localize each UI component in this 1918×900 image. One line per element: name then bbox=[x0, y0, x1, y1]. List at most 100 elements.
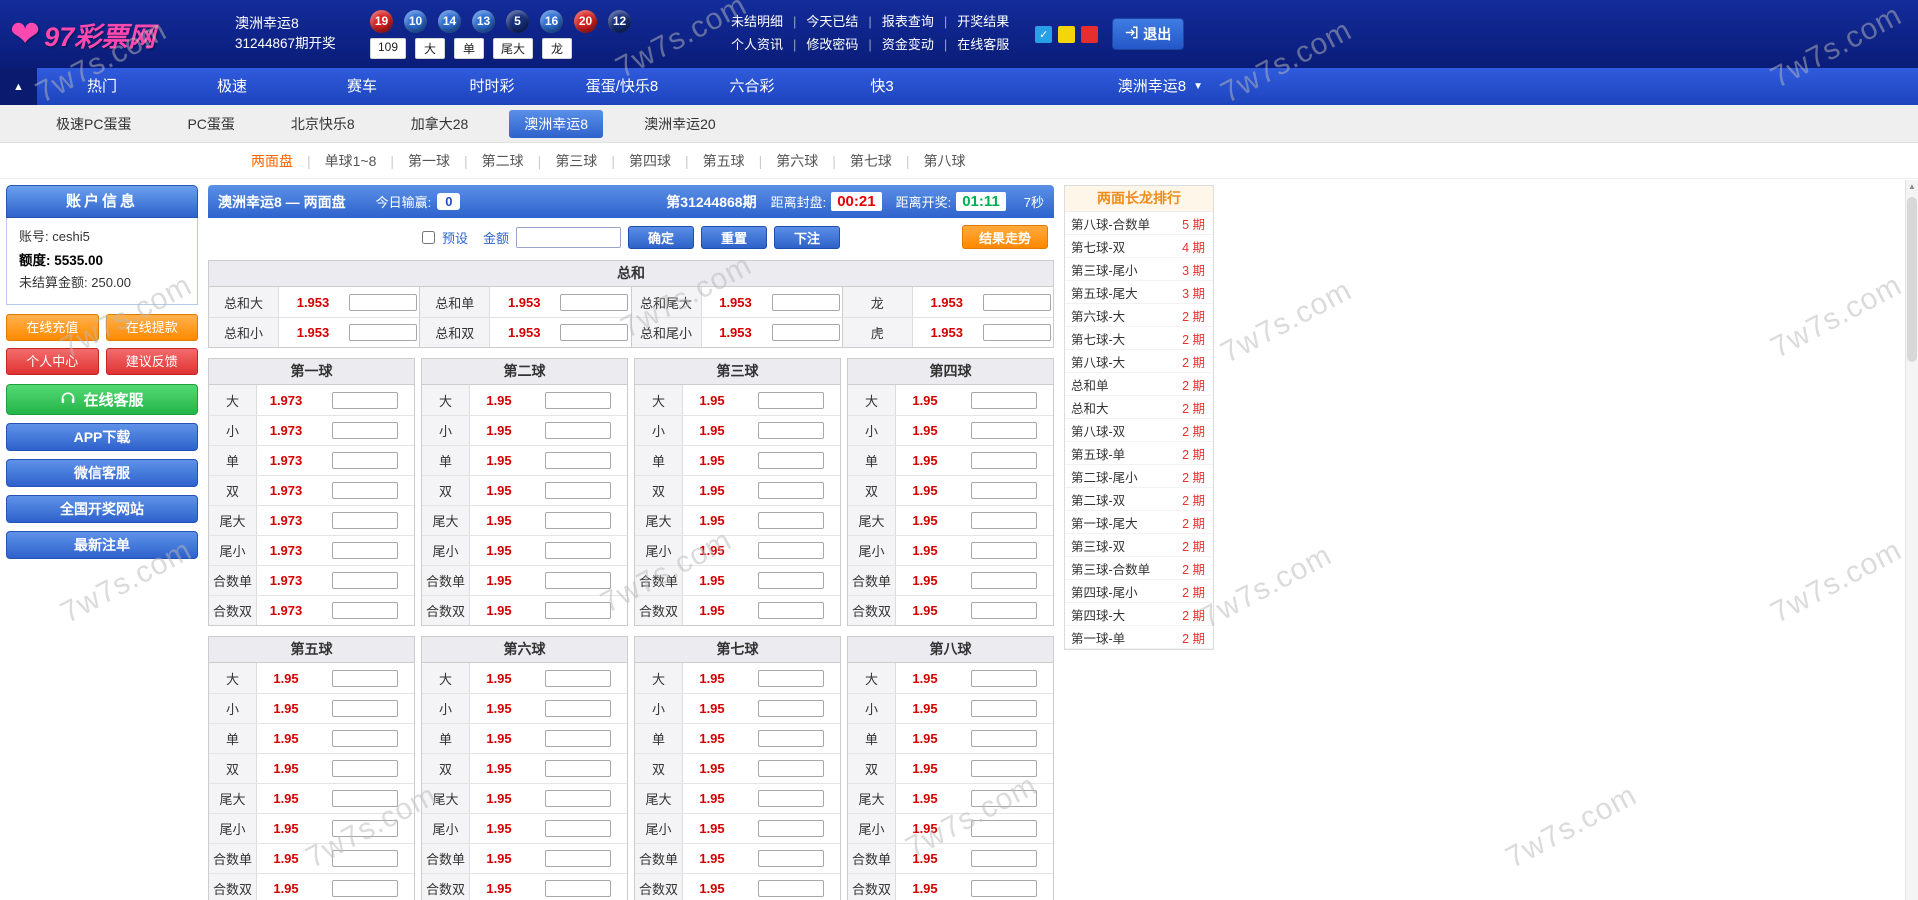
bet-amount-input[interactable] bbox=[544, 669, 611, 687]
bet-amount-input[interactable] bbox=[970, 669, 1037, 687]
top-link[interactable]: 报表查询 bbox=[872, 14, 944, 29]
bet-amount-input[interactable] bbox=[757, 452, 824, 469]
bet-amount-input[interactable] bbox=[757, 730, 824, 747]
top-link[interactable]: 在线客服 bbox=[947, 37, 1019, 52]
tab[interactable]: 第七球 bbox=[836, 151, 906, 171]
bet-amount-input[interactable] bbox=[970, 572, 1037, 589]
bet-amount-input[interactable] bbox=[544, 452, 611, 469]
subnav-item[interactable]: 北京快乐8 bbox=[276, 110, 370, 138]
tab[interactable]: 第四球 bbox=[615, 151, 685, 171]
bet-amount-input[interactable] bbox=[982, 324, 1051, 341]
bet-amount-input[interactable] bbox=[544, 482, 611, 499]
bet-amount-input[interactable] bbox=[331, 790, 398, 807]
amount-input[interactable] bbox=[516, 226, 622, 248]
tab[interactable]: 两面盘 bbox=[237, 151, 307, 171]
bet-amount-input[interactable] bbox=[970, 602, 1037, 619]
scrollbar-up-arrow[interactable]: ▲ bbox=[1906, 180, 1918, 194]
nav-item[interactable]: 蛋蛋/快乐8 bbox=[557, 68, 687, 105]
bet-amount-input[interactable] bbox=[771, 324, 840, 341]
bet-amount-input[interactable] bbox=[349, 293, 418, 311]
bet-amount-input[interactable] bbox=[970, 880, 1037, 897]
nav-item[interactable]: 快3 bbox=[817, 68, 947, 105]
confirm-button[interactable]: 确定 bbox=[628, 225, 695, 249]
recharge-button[interactable]: 在线充值 bbox=[6, 314, 99, 342]
app-download-button[interactable]: APP下载 bbox=[6, 423, 198, 452]
bet-amount-input[interactable] bbox=[331, 512, 398, 529]
bet-amount-input[interactable] bbox=[544, 850, 611, 867]
bet-amount-input[interactable] bbox=[331, 482, 398, 499]
theme-blue-swatch[interactable]: ✓ bbox=[1035, 25, 1053, 43]
site-logo[interactable]: ❤ 97彩票网 bbox=[10, 15, 235, 54]
subnav-item[interactable]: 澳洲幸运20 bbox=[629, 110, 731, 138]
bet-amount-input[interactable] bbox=[970, 542, 1037, 559]
bet-amount-input[interactable] bbox=[331, 602, 398, 619]
bet-amount-input[interactable] bbox=[757, 820, 824, 837]
subnav-item[interactable]: 极速PC蛋蛋 bbox=[41, 110, 146, 138]
bet-amount-input[interactable] bbox=[757, 391, 824, 409]
bet-amount-input[interactable] bbox=[982, 293, 1051, 311]
bet-amount-input[interactable] bbox=[544, 602, 611, 619]
tab[interactable]: 第六球 bbox=[762, 151, 832, 171]
bet-amount-input[interactable] bbox=[970, 512, 1037, 529]
subnav-item[interactable]: 澳洲幸运8 bbox=[509, 109, 604, 138]
bet-amount-input[interactable] bbox=[331, 820, 398, 837]
scrollbar-thumb[interactable] bbox=[1907, 197, 1917, 362]
bet-amount-input[interactable] bbox=[970, 452, 1037, 469]
bet-amount-input[interactable] bbox=[331, 422, 398, 439]
nav-item[interactable]: 赛车 bbox=[297, 68, 427, 105]
withdraw-button[interactable]: 在线提款 bbox=[105, 314, 198, 342]
bet-amount-input[interactable] bbox=[970, 790, 1037, 807]
bet-amount-input[interactable] bbox=[970, 760, 1037, 777]
current-lottery-selector[interactable]: 澳洲幸运8 ▼ bbox=[1118, 68, 1215, 105]
bet-amount-input[interactable] bbox=[331, 572, 398, 589]
bet-amount-input[interactable] bbox=[970, 391, 1037, 409]
bet-amount-input[interactable] bbox=[970, 422, 1037, 439]
result-trend-button[interactable]: 结果走势 bbox=[962, 225, 1048, 249]
bet-amount-input[interactable] bbox=[970, 820, 1037, 837]
bet-amount-input[interactable] bbox=[757, 790, 824, 807]
bet-amount-input[interactable] bbox=[757, 880, 824, 897]
bet-button[interactable]: 下注 bbox=[774, 225, 841, 249]
bet-amount-input[interactable] bbox=[544, 391, 611, 409]
bet-amount-input[interactable] bbox=[331, 760, 398, 777]
tab[interactable]: 第二球 bbox=[468, 151, 538, 171]
tab[interactable]: 单球1~8 bbox=[311, 151, 391, 171]
bet-amount-input[interactable] bbox=[771, 293, 840, 311]
top-link[interactable]: 开奖结果 bbox=[947, 14, 1019, 29]
top-link[interactable]: 今天已结 bbox=[796, 14, 868, 29]
preset-checkbox[interactable] bbox=[421, 230, 435, 244]
bet-amount-input[interactable] bbox=[331, 850, 398, 867]
national-results-button[interactable]: 全国开奖网站 bbox=[6, 495, 198, 524]
bet-amount-input[interactable] bbox=[544, 542, 611, 559]
bet-amount-input[interactable] bbox=[331, 452, 398, 469]
top-link[interactable]: 资金变动 bbox=[872, 37, 944, 52]
bet-amount-input[interactable] bbox=[331, 730, 398, 747]
bet-amount-input[interactable] bbox=[757, 700, 824, 717]
nav-item[interactable]: 六合彩 bbox=[687, 68, 817, 105]
personal-center-button[interactable]: 个人中心 bbox=[6, 348, 99, 376]
bet-amount-input[interactable] bbox=[757, 422, 824, 439]
bet-amount-input[interactable] bbox=[544, 730, 611, 747]
bet-amount-input[interactable] bbox=[560, 293, 629, 311]
bet-amount-input[interactable] bbox=[970, 700, 1037, 717]
bet-amount-input[interactable] bbox=[544, 760, 611, 777]
latest-orders-button[interactable]: 最新注单 bbox=[6, 531, 198, 560]
tab[interactable]: 第三球 bbox=[541, 151, 611, 171]
bet-amount-input[interactable] bbox=[331, 669, 398, 687]
online-service-button[interactable]: 在线客服 bbox=[6, 384, 198, 416]
bet-amount-input[interactable] bbox=[757, 572, 824, 589]
bet-amount-input[interactable] bbox=[757, 602, 824, 619]
bet-amount-input[interactable] bbox=[331, 880, 398, 897]
bet-amount-input[interactable] bbox=[970, 482, 1037, 499]
feedback-button[interactable]: 建议反馈 bbox=[105, 348, 198, 376]
collapse-button[interactable]: ▲ bbox=[0, 68, 37, 105]
top-link[interactable]: 未结明细 bbox=[721, 14, 793, 29]
subnav-item[interactable]: PC蛋蛋 bbox=[172, 110, 249, 138]
bet-amount-input[interactable] bbox=[757, 512, 824, 529]
bet-amount-input[interactable] bbox=[331, 542, 398, 559]
logout-button[interactable]: 退出 bbox=[1112, 18, 1185, 50]
bet-amount-input[interactable] bbox=[544, 820, 611, 837]
bet-amount-input[interactable] bbox=[560, 324, 629, 341]
bet-amount-input[interactable] bbox=[331, 700, 398, 717]
theme-red-swatch[interactable] bbox=[1081, 25, 1099, 43]
